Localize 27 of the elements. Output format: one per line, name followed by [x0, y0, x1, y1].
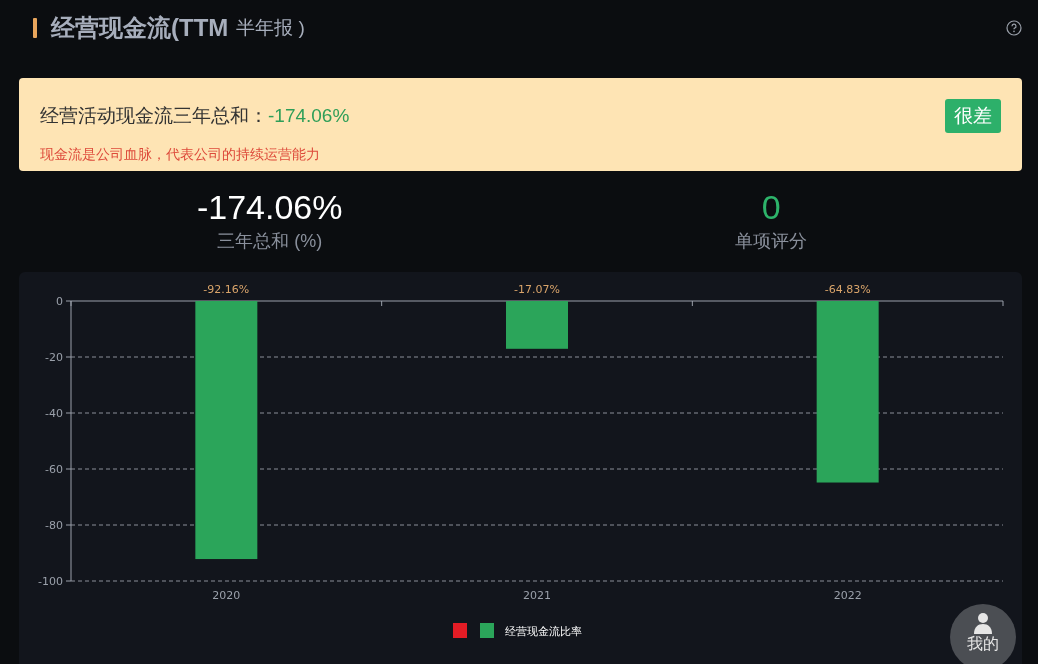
y-axis-label: -60	[45, 463, 63, 476]
x-axis-label: 2021	[523, 589, 551, 602]
legend-label: 经营现金流比率	[505, 625, 582, 638]
y-axis-label: 0	[56, 295, 63, 308]
y-axis-label: -40	[45, 407, 63, 420]
x-axis-label: 2020	[212, 589, 241, 602]
person-icon	[973, 612, 993, 634]
x-axis-label: 2022	[833, 589, 862, 602]
section-subtitle: 半年报 )	[236, 16, 305, 40]
stat-value: -174.06%	[196, 187, 343, 228]
stat-label: 三年总和 (%)	[217, 230, 323, 253]
help-icon[interactable]	[1006, 20, 1022, 36]
stat-label: 单项评分	[735, 230, 808, 253]
section-title: 经营现金流(TTM	[51, 13, 229, 43]
score-value: 0	[761, 187, 781, 228]
title-accent-bar	[33, 18, 37, 38]
y-axis-label: -20	[45, 351, 63, 364]
value-label: -92.16%	[203, 283, 250, 296]
value-label: -17.07%	[514, 283, 560, 296]
banner-label: 经营活动现金流三年总和：	[40, 105, 268, 126]
bar	[506, 301, 568, 349]
banner-value: -174.06%	[268, 105, 350, 126]
banner-note: 现金流是公司血脉，代表公司的持续运营能力	[40, 146, 321, 164]
value-label: -64.83%	[824, 283, 871, 296]
y-axis-label: -80	[45, 519, 63, 532]
y-axis-label: -100	[38, 575, 63, 588]
rating-badge: 很差	[945, 99, 1001, 133]
